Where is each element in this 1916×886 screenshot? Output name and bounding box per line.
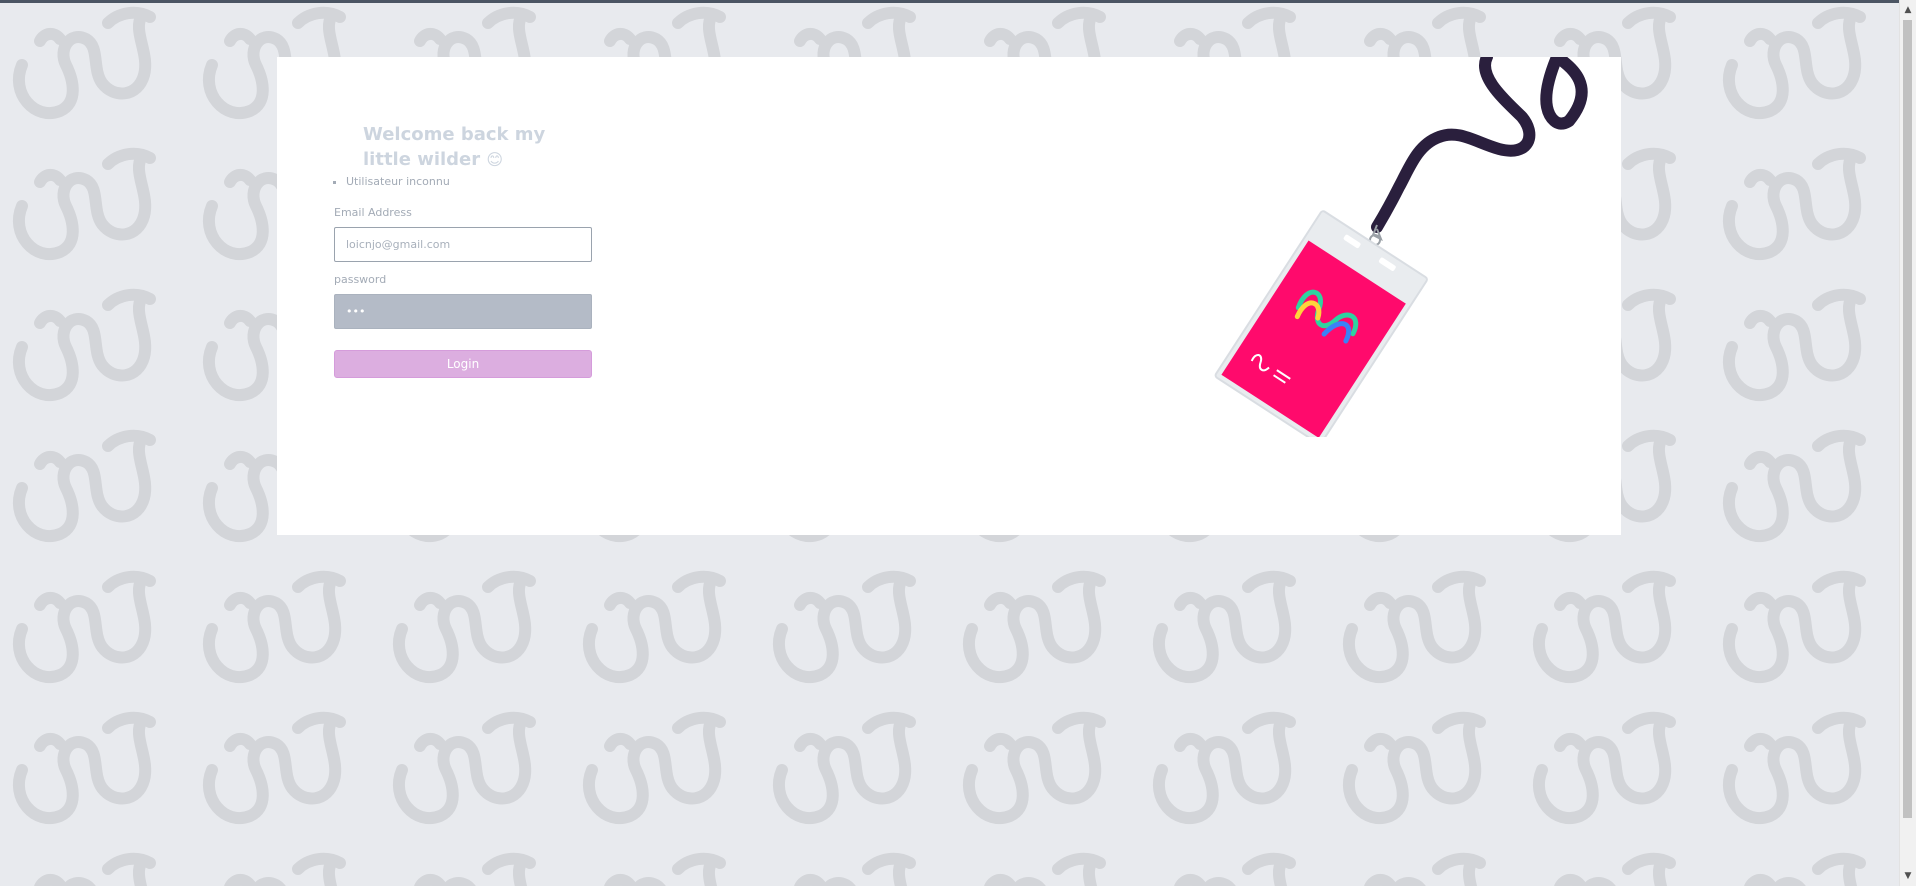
password-input[interactable]: ••• [334, 294, 592, 329]
page-title: Welcome back my little wilder 😊 [363, 122, 583, 172]
login-card: Welcome back my little wilder 😊 Utilisat… [277, 57, 1621, 535]
lanyard-badge-icon [1214, 57, 1588, 437]
smile-emoji-icon: 😊 [486, 150, 504, 169]
error-message: Utilisateur inconnu [346, 174, 450, 190]
login-button[interactable]: Login [334, 350, 592, 378]
scroll-up-arrow-icon[interactable]: ▲ [1900, 2, 1916, 18]
scrollbar-thumb[interactable] [1903, 20, 1912, 818]
vertical-scrollbar[interactable]: ▲ ▼ [1899, 0, 1916, 886]
email-label: Email Address [334, 206, 412, 219]
scroll-down-arrow-icon[interactable]: ▼ [1900, 868, 1916, 884]
title-text: Welcome back my little wilder [363, 124, 546, 170]
email-input[interactable]: loicnjo@gmail.com [334, 227, 592, 262]
password-label: password [334, 273, 387, 286]
error-list: Utilisateur inconnu [334, 174, 450, 190]
